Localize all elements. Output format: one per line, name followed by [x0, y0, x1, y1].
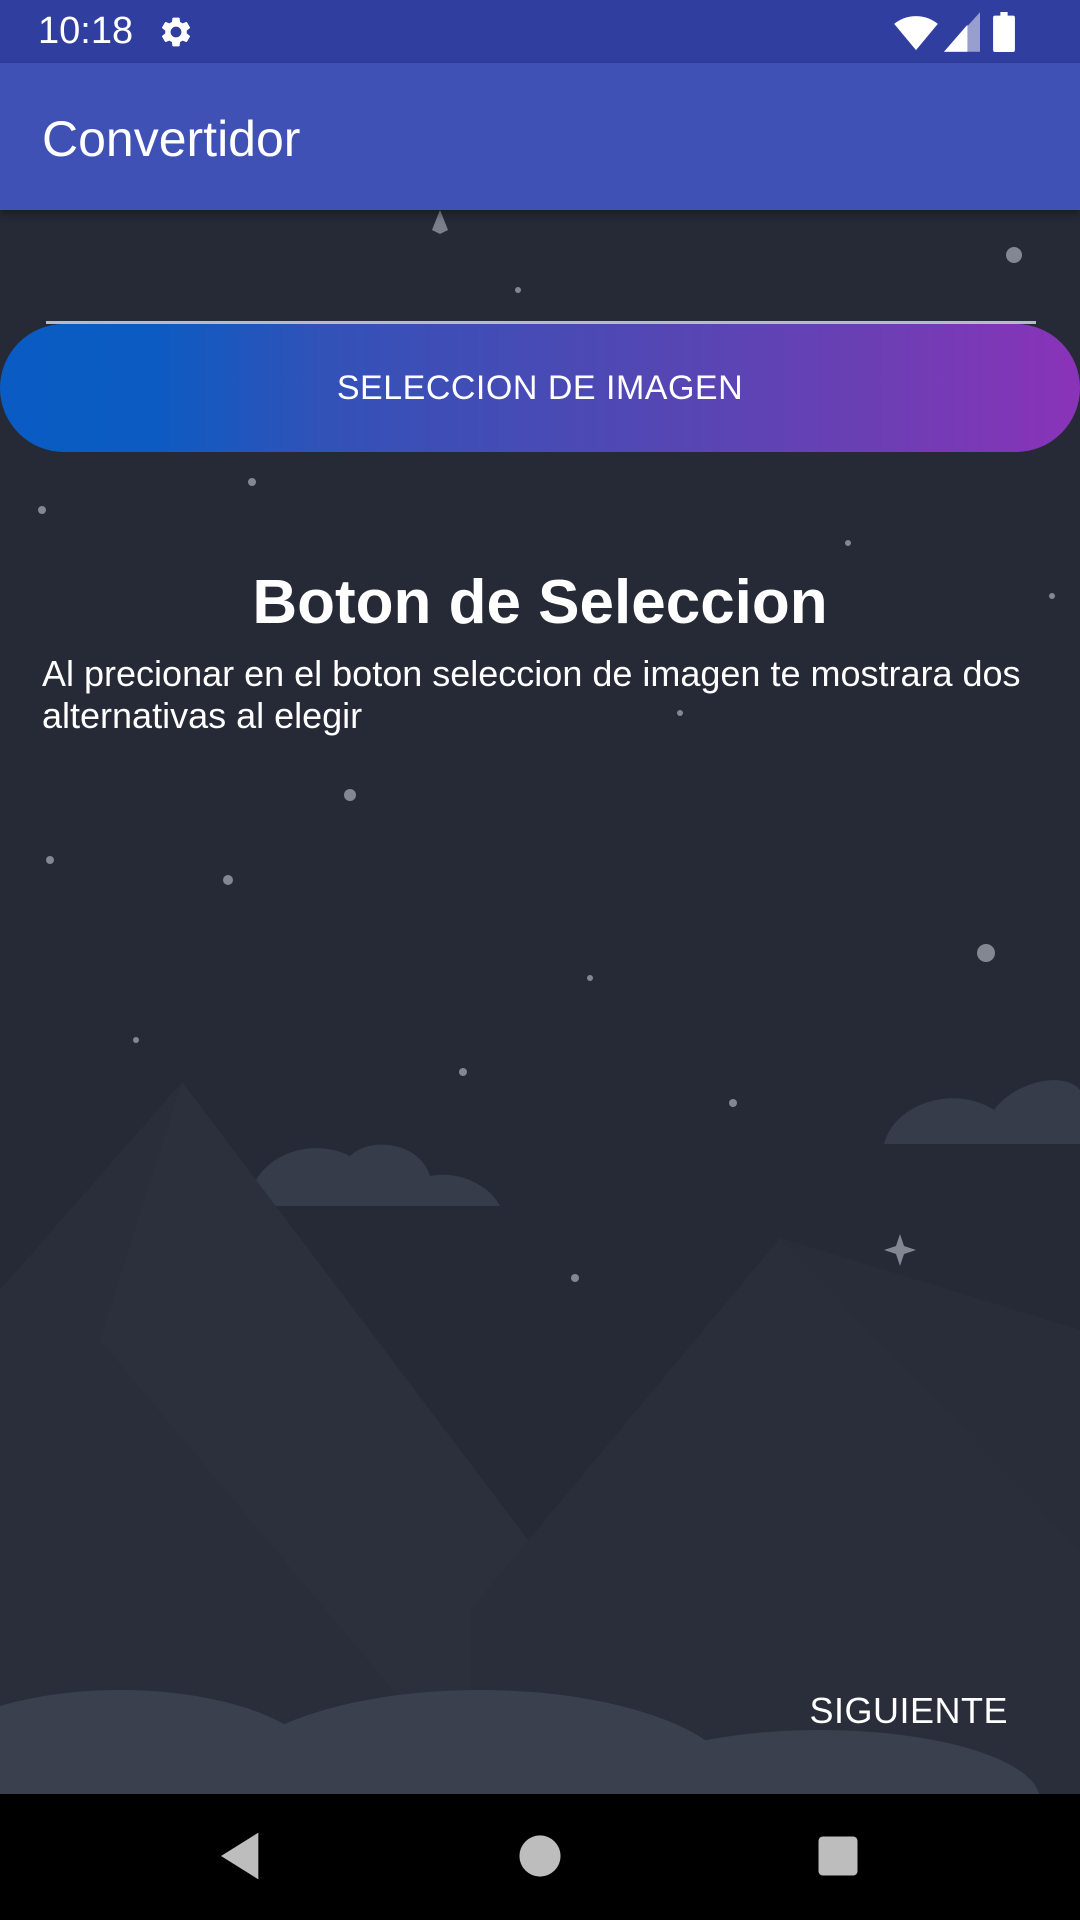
section-description: Al precionar en el boton seleccion de im… — [42, 653, 1021, 736]
app-title: Convertidor — [42, 111, 301, 167]
settings-gear-icon — [161, 17, 191, 47]
status-time: 10:18 — [38, 10, 134, 52]
wifi-icon — [894, 16, 938, 51]
back-icon[interactable] — [214, 1828, 270, 1884]
status-bar: 10:18 — [0, 0, 1080, 63]
recents-icon[interactable] — [812, 1828, 864, 1884]
navigation-bar — [0, 1794, 1080, 1920]
battery-icon — [993, 12, 1015, 52]
app-bar: Convertidor — [0, 63, 1080, 210]
status-icons — [894, 12, 1044, 52]
main-content: SELECCION DE IMAGEN Boton de Seleccion A… — [0, 210, 1080, 1794]
next-button[interactable]: SIGUIENTE — [809, 1690, 1008, 1732]
home-icon[interactable] — [514, 1828, 566, 1884]
section-heading: Boton de Seleccion — [252, 568, 828, 637]
select-image-button[interactable]: SELECCION DE IMAGEN — [0, 324, 1080, 452]
cell-signal-icon — [944, 12, 980, 52]
screen: 10:18 Convertidor SELECCION DE IMAGEN Bo… — [0, 0, 1080, 1920]
